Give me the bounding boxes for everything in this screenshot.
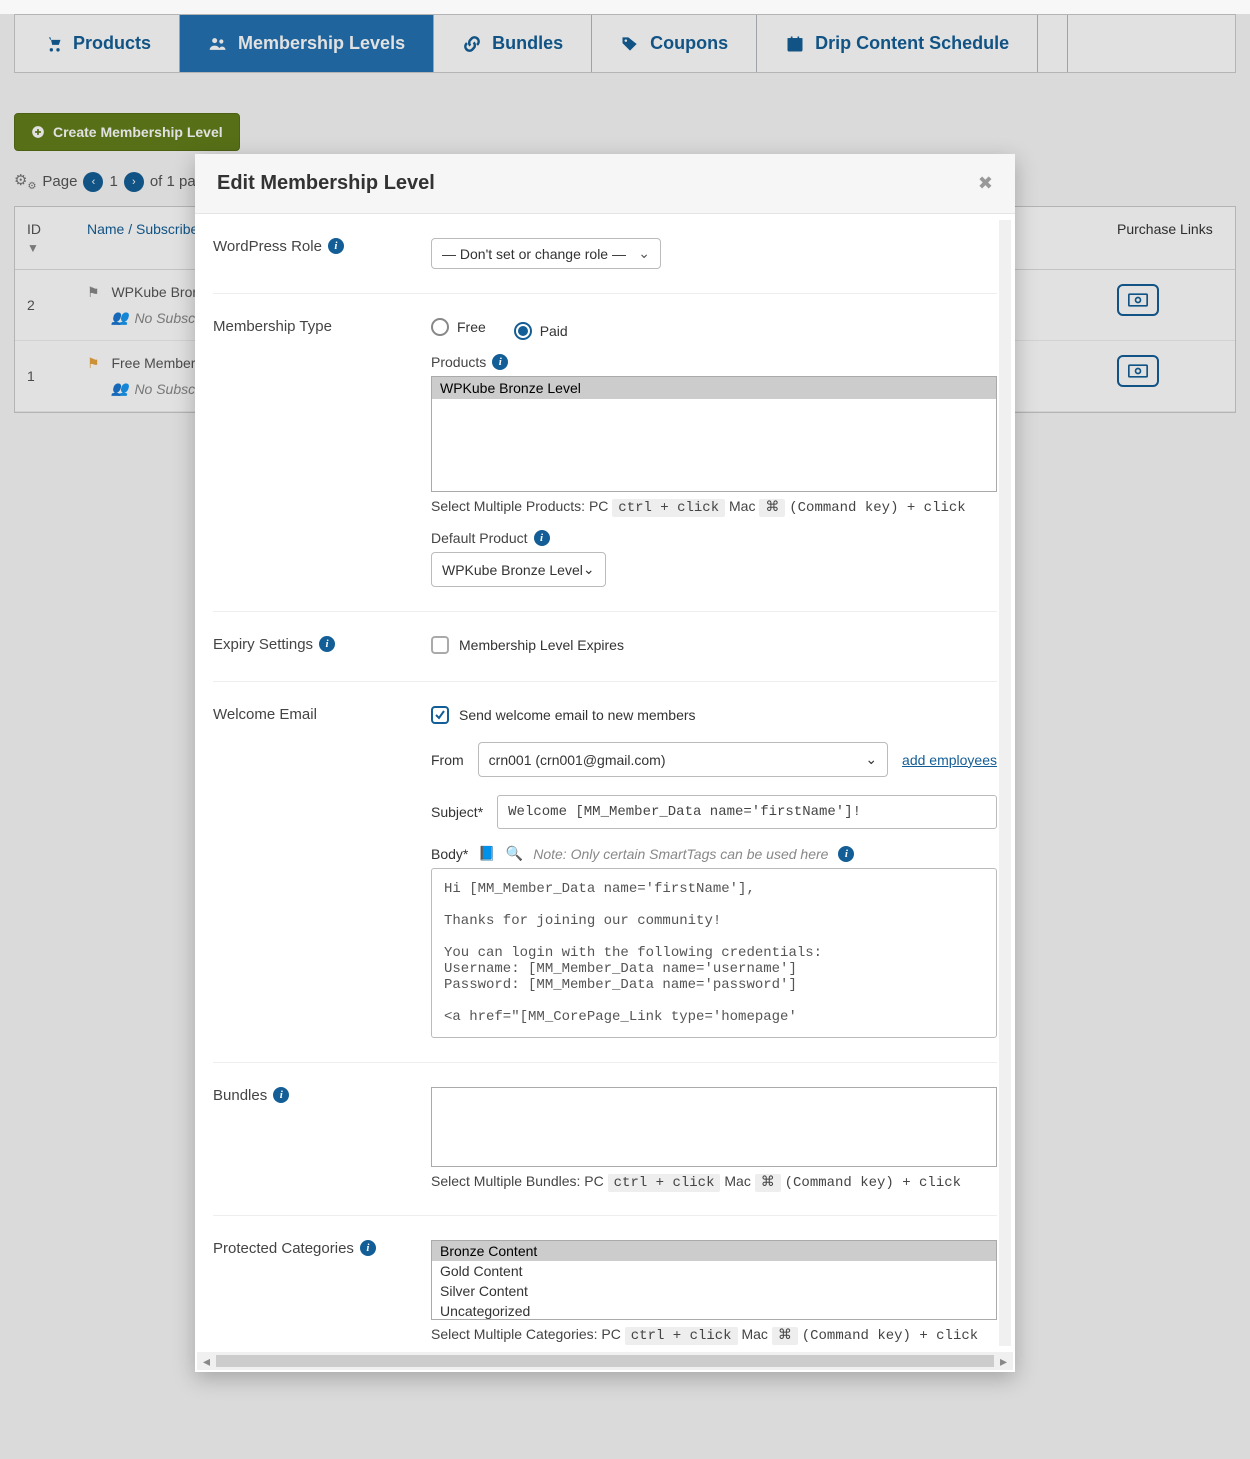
info-icon[interactable]: i xyxy=(360,1240,376,1256)
radio-dot xyxy=(514,322,532,340)
list-item[interactable]: Uncategorized xyxy=(432,1301,996,1320)
list-item[interactable]: WPKube Bronze Level xyxy=(432,377,996,399)
chevron-down-icon: ⌄ xyxy=(583,561,595,578)
list-item[interactable]: Silver Content xyxy=(432,1281,996,1301)
modal-horizontal-scrollbar[interactable]: ◂ ▸ xyxy=(197,1352,1013,1370)
scroll-track[interactable] xyxy=(216,1355,994,1367)
bundles-label: Bundles xyxy=(213,1087,267,1104)
modal-title: Edit Membership Level xyxy=(217,172,435,195)
modal-close-button[interactable]: ✖ xyxy=(978,173,993,194)
from-value: crn001 (crn001@gmail.com) xyxy=(489,752,666,768)
membership-type-label: Membership Type xyxy=(213,318,332,335)
body-note: Note: Only certain SmartTags can be used… xyxy=(533,846,828,862)
radio-dot xyxy=(431,318,449,336)
bundles-listbox[interactable] xyxy=(431,1087,997,1167)
scroll-left-icon[interactable]: ◂ xyxy=(203,1353,210,1370)
search-icon[interactable]: 🔍 xyxy=(506,845,523,862)
body-textarea[interactable]: Hi [MM_Member_Data name='firstName'], Th… xyxy=(431,868,997,1038)
info-icon[interactable]: i xyxy=(319,636,335,652)
book-icon[interactable]: 📘 xyxy=(478,845,495,862)
checkbox-box xyxy=(431,706,449,724)
bundles-hint: Select Multiple Bundles: PC ctrl + click… xyxy=(431,1173,997,1191)
info-icon[interactable]: i xyxy=(838,846,854,862)
wp-role-label: WordPress Role xyxy=(213,238,322,255)
from-select[interactable]: crn001 (crn001@gmail.com) ⌄ xyxy=(478,742,888,777)
list-item[interactable]: Bronze Content xyxy=(432,1241,996,1261)
welcome-checkbox[interactable]: Send welcome email to new members xyxy=(431,706,696,724)
products-hint: Select Multiple Products: PC ctrl + clic… xyxy=(431,498,997,516)
protected-categories-label: Protected Categories xyxy=(213,1240,354,1257)
chevron-down-icon: ⌄ xyxy=(865,751,877,768)
default-product-label: Default Product xyxy=(431,530,528,546)
edit-membership-modal: Edit Membership Level ✖ WordPress Role i… xyxy=(195,154,1015,1372)
modal-vertical-scrollbar[interactable] xyxy=(999,220,1011,1346)
wp-role-select[interactable]: — Don't set or change role — ⌄ xyxy=(431,238,661,269)
add-employees-link[interactable]: add employees xyxy=(902,752,997,768)
chevron-down-icon: ⌄ xyxy=(638,245,650,262)
products-listbox[interactable]: WPKube Bronze Level xyxy=(431,376,997,492)
info-icon[interactable]: i xyxy=(534,530,550,546)
subject-label: Subject* xyxy=(431,804,483,820)
info-icon[interactable]: i xyxy=(273,1087,289,1103)
checkbox-box xyxy=(431,636,449,654)
info-icon[interactable]: i xyxy=(492,354,508,370)
list-item[interactable]: Gold Content xyxy=(432,1261,996,1281)
modal-overlay: Edit Membership Level ✖ WordPress Role i… xyxy=(0,14,1250,1459)
categories-listbox[interactable]: Bronze Content Gold Content Silver Conte… xyxy=(431,1240,997,1320)
membership-type-free-radio[interactable]: Free xyxy=(431,318,486,336)
categories-hint: Select Multiple Categories: PC ctrl + cl… xyxy=(431,1326,997,1344)
from-label: From xyxy=(431,752,464,768)
default-product-value: WPKube Bronze Level xyxy=(442,562,583,578)
expiry-label: Expiry Settings xyxy=(213,636,313,653)
wp-role-value: — Don't set or change role — xyxy=(442,246,626,262)
expiry-checkbox[interactable]: Membership Level Expires xyxy=(431,636,624,654)
products-label: Products xyxy=(431,354,486,370)
default-product-select[interactable]: WPKube Bronze Level ⌄ xyxy=(431,552,606,587)
subject-input[interactable] xyxy=(497,795,997,829)
info-icon[interactable]: i xyxy=(328,238,344,254)
body-label: Body* xyxy=(431,846,468,862)
welcome-email-label: Welcome Email xyxy=(213,706,317,723)
membership-type-paid-radio[interactable]: Paid xyxy=(514,322,568,340)
scroll-right-icon[interactable]: ▸ xyxy=(1000,1353,1007,1370)
